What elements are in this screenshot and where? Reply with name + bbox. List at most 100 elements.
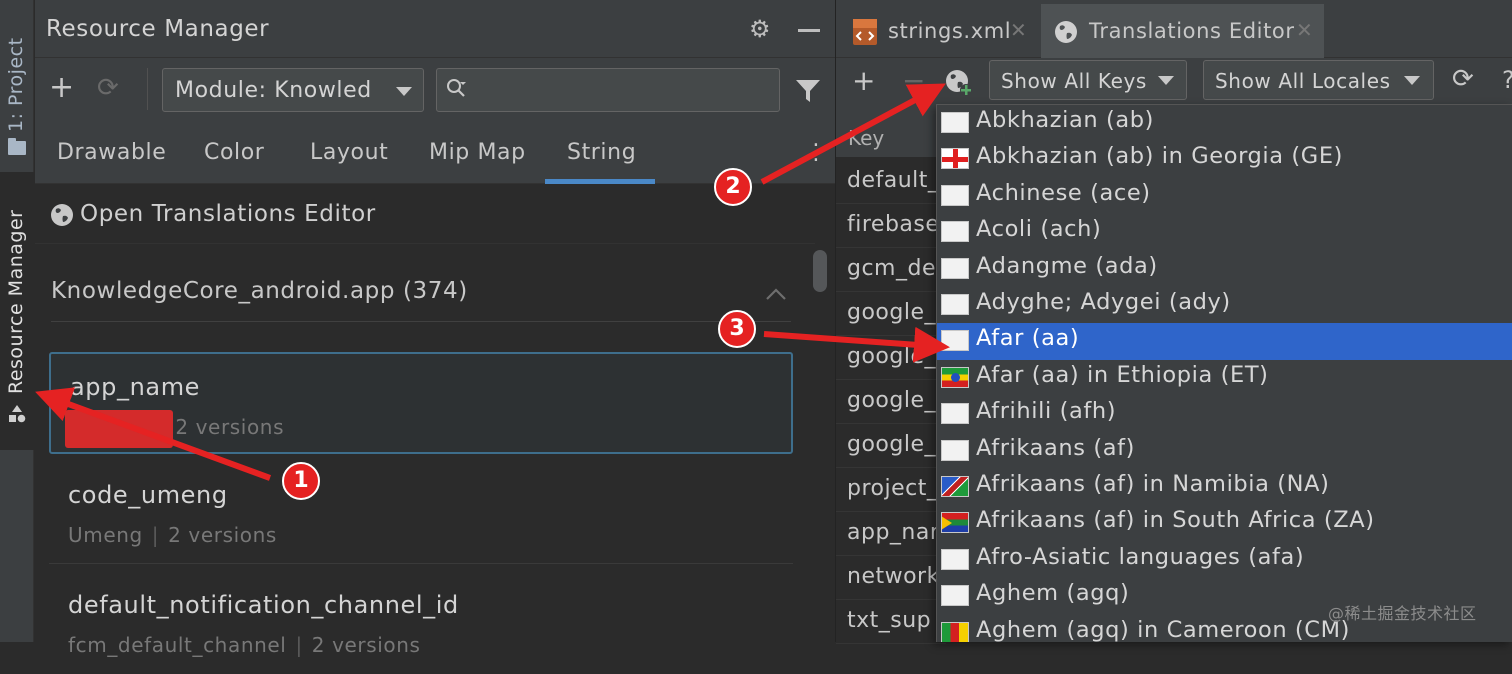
flag-icon (941, 476, 969, 497)
string-resource-item[interactable]: code_umeng Umeng | 2 versions (49, 462, 793, 564)
show-locales-select[interactable]: Show All Locales (1203, 60, 1434, 100)
project-tool-tab[interactable]: 1: Project (0, 10, 34, 155)
locale-option[interactable]: Afar (aa) (937, 323, 1512, 360)
locale-option[interactable]: Afrihili (afh) (937, 396, 1512, 432)
close-icon[interactable]: ✕ (1010, 18, 1027, 42)
locale-label: Afar (aa) (976, 325, 1080, 352)
key-row[interactable]: default_ (836, 160, 946, 204)
key-row[interactable]: gcm_de (836, 248, 946, 292)
add-key-icon[interactable]: + (852, 67, 875, 95)
locale-option[interactable]: Abkhazian (ab) in Georgia (GE) (937, 141, 1512, 177)
key-row[interactable]: project_ (836, 468, 946, 512)
locale-label: Afrihili (afh) (976, 398, 1117, 425)
flag-icon (941, 585, 969, 607)
key-row[interactable]: google_ (836, 336, 946, 380)
module-group-title: KnowledgeCore_android.app (374) (51, 278, 468, 304)
locale-dropdown: Abkhazian (ab) Abkhazian (ab) in Georgia … (936, 104, 1512, 642)
resource-manager-tab-label: Resource Manager (5, 209, 27, 394)
flag-icon (941, 439, 969, 461)
tab-drawable[interactable]: Drawable (57, 140, 166, 165)
filter-icon[interactable] (795, 78, 821, 104)
key-name: network (847, 564, 940, 589)
key-name: google_ (847, 300, 936, 325)
project-tab-label: 1: Project (5, 37, 27, 132)
tab-translations-editor[interactable]: Translations Editor ✕ (1041, 4, 1324, 58)
search-input[interactable] (436, 68, 780, 112)
locale-option[interactable]: Adangme (ada) (937, 251, 1512, 287)
locale-option[interactable]: Afrikaans (af) in Namibia (NA) (937, 469, 1512, 505)
flag-icon (941, 512, 969, 534)
key-row[interactable]: google_ (836, 380, 946, 424)
panel-header: Resource Manager ⚙ (35, 0, 835, 58)
annotation-badge: 2 (714, 168, 752, 206)
flag-icon (941, 294, 969, 315)
key-row[interactable]: google_ (836, 424, 946, 468)
resource-name: app_name (70, 373, 201, 401)
tab-strings-xml[interactable]: strings.xml ✕ (840, 4, 1034, 58)
add-resource-icon[interactable]: + (49, 72, 74, 104)
key-name: default_ (847, 168, 940, 193)
refresh-icon[interactable]: ⟳ (97, 74, 119, 102)
key-row[interactable]: txt_sup (836, 600, 946, 644)
folder-icon (8, 138, 26, 155)
resource-meta: Umeng | 2 versions (68, 523, 277, 547)
globe-icon (51, 204, 73, 226)
close-icon[interactable]: ✕ (1296, 18, 1313, 42)
remove-key-icon[interactable]: − (902, 67, 925, 95)
locale-option[interactable]: Adyghe; Adygei (ady) (937, 287, 1512, 323)
resource-versions: 2 versions (168, 523, 277, 547)
locale-label: Afrikaans (af) (976, 434, 1136, 461)
shapes-icon (9, 405, 26, 423)
xml-file-icon (853, 19, 877, 45)
key-name: project_ (847, 476, 939, 501)
locale-option[interactable]: Afro-Asiatic languages (afa) (937, 542, 1512, 578)
locale-option[interactable]: Afar (aa) in Ethiopia (ET) (937, 360, 1512, 396)
tab-string[interactable]: String (567, 140, 636, 165)
globe-icon (1055, 21, 1077, 43)
show-keys-select[interactable]: Show All Keys (989, 60, 1187, 100)
locale-option[interactable]: Afrikaans (af) (937, 433, 1512, 469)
more-options-icon[interactable]: ⋮ (805, 142, 827, 164)
locale-label: Aghem (agq) in Cameroon (CM) (976, 616, 1351, 642)
flag-icon (941, 184, 969, 206)
tab-color[interactable]: Color (204, 140, 264, 165)
scrollbar-thumb[interactable] (813, 250, 827, 292)
key-row[interactable]: network (836, 556, 946, 600)
locale-label: Adangme (ada) (976, 252, 1158, 279)
resource-manager-panel: Resource Manager ⚙ + ⟳ Module: Knowled D… (35, 0, 835, 657)
locale-option[interactable]: Acoli (ach) (937, 214, 1512, 250)
minimize-icon[interactable] (798, 29, 820, 32)
locale-option[interactable]: Afrikaans (af) in South Africa (ZA) (937, 505, 1512, 541)
open-translations-editor-link[interactable]: Open Translations Editor (35, 184, 815, 244)
key-row[interactable]: firebase (836, 204, 946, 248)
panel-title: Resource Manager (46, 16, 270, 42)
add-locale-globe-icon[interactable] (944, 68, 974, 98)
key-row[interactable]: google_ (836, 292, 946, 336)
module-select[interactable]: Module: Knowled (162, 68, 424, 112)
tab-layout[interactable]: Layout (310, 140, 388, 165)
key-row[interactable]: app_nar (836, 512, 946, 556)
key-name: google_ (847, 344, 936, 369)
locale-label: Afro-Asiatic languages (afa) (976, 543, 1305, 570)
locale-label: Adyghe; Adygei (ady) (976, 289, 1231, 315)
locale-label: Aghem (agq) (976, 580, 1130, 607)
tab-label: strings.xml (888, 19, 1012, 43)
tab-mip-map[interactable]: Mip Map (429, 140, 526, 165)
flag-icon (941, 257, 969, 279)
string-resource-item[interactable]: default_notification_channel_id fcm_defa… (49, 572, 793, 674)
key-column-header[interactable]: Key (836, 104, 946, 158)
chevron-down-icon (1404, 76, 1420, 85)
chevron-up-icon[interactable] (765, 287, 787, 301)
locale-option[interactable]: Abkhazian (ab) (937, 105, 1512, 141)
flag-icon (941, 621, 969, 642)
gear-icon[interactable]: ⚙ (749, 17, 771, 41)
flag-icon (941, 221, 969, 243)
locale-option[interactable]: Achinese (ace) (937, 178, 1512, 214)
flag-icon (941, 548, 969, 570)
toolbar-separator (147, 68, 148, 110)
reload-icon[interactable]: ⟳ (1452, 65, 1474, 93)
tool-window-strip: 1: Project Resource Manager (0, 0, 34, 642)
help-icon[interactable]: ? (1502, 66, 1512, 94)
key-name: google_ (847, 432, 936, 457)
key-name: gcm_de (847, 256, 936, 281)
